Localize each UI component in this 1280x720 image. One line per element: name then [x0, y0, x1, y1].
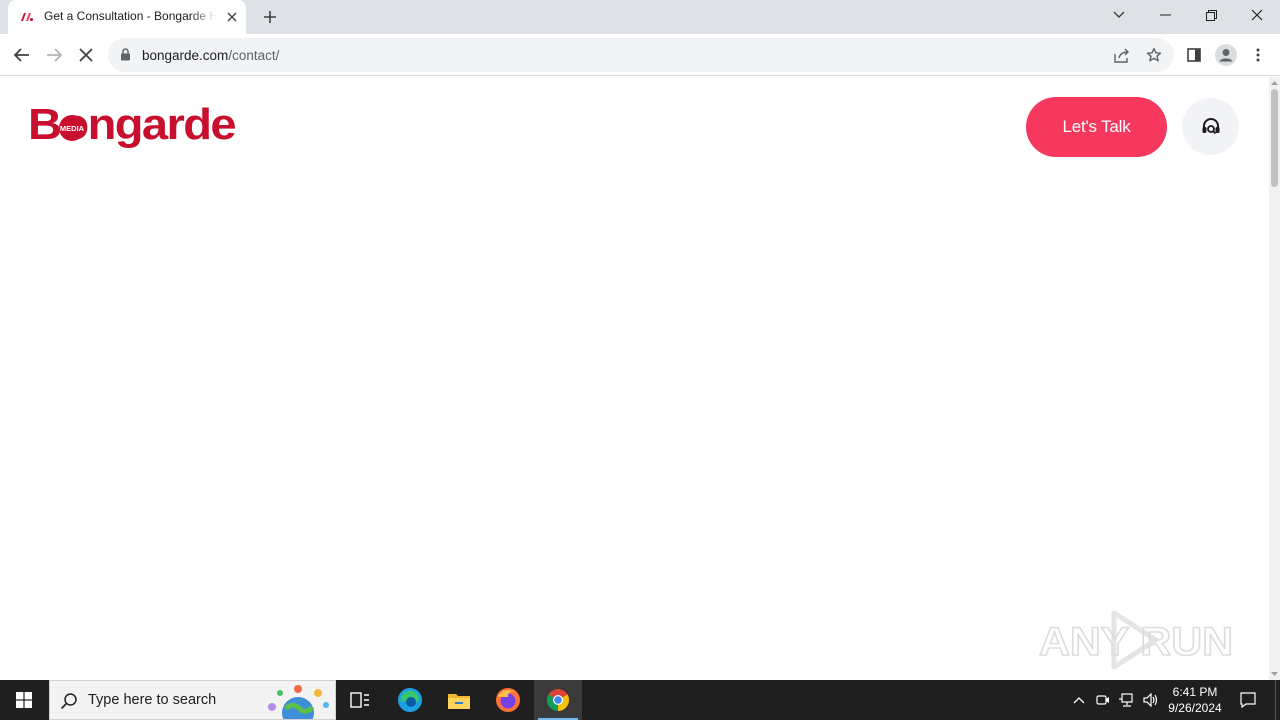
bongarde-logo[interactable]: Bongarde MEDIA: [28, 97, 238, 153]
clock-date: 9/26/2024: [1168, 701, 1222, 715]
bookmark-star-icon[interactable]: [1145, 46, 1163, 64]
lock-icon: [121, 48, 130, 61]
firefox-icon[interactable]: [484, 680, 532, 720]
scrollbar-thumb[interactable]: [1271, 89, 1278, 187]
file-explorer-icon[interactable]: [435, 680, 483, 720]
window-close-icon[interactable]: [1234, 0, 1280, 30]
edge-browser-icon[interactable]: [386, 680, 434, 720]
start-button[interactable]: [0, 680, 48, 720]
anyrun-watermark: ANY RUN: [1038, 610, 1234, 670]
search-placeholder: Type here to search: [88, 692, 217, 708]
new-tab-plus-icon[interactable]: [260, 7, 280, 27]
site-favicon-icon: [21, 13, 33, 21]
window-restore-icon[interactable]: [1188, 0, 1234, 30]
page-scrollbar[interactable]: [1269, 77, 1280, 680]
url-text: bongarde.com/contact/: [142, 48, 279, 63]
window-minimize-icon[interactable]: [1142, 0, 1188, 30]
page-viewport: Bongarde MEDIA Let's Talk ANY RUN: [0, 77, 1269, 680]
kebab-menu-icon[interactable]: [1245, 42, 1271, 68]
taskbar-clock[interactable]: 6:41 PM 9/26/2024: [1162, 684, 1228, 716]
url-host: bongarde.com: [142, 48, 229, 63]
show-desktop-button[interactable]: [1275, 680, 1280, 720]
windows-taskbar: Type here to search 6:41 PM 9/26/2024: [0, 680, 1280, 720]
show-hidden-icons-chevron-icon[interactable]: [1068, 680, 1090, 720]
meet-now-icon[interactable]: [1092, 680, 1114, 720]
browser-tab-strip: Get a Consultation - Bongarde H: [0, 0, 1280, 34]
search-highlight-globe-icon: [268, 685, 329, 719]
lets-talk-button[interactable]: Let's Talk: [1026, 97, 1167, 157]
taskbar-search-box[interactable]: Type here to search: [49, 680, 336, 720]
browser-toolbar: bongarde.com/contact/: [0, 34, 1280, 76]
windows-logo-icon: [16, 692, 32, 708]
watermark-text: ANY RUN: [1039, 620, 1233, 664]
browser-tab-active[interactable]: Get a Consultation - Bongarde H: [8, 0, 246, 34]
clock-time: 6:41 PM: [1172, 685, 1218, 699]
network-icon[interactable]: [1116, 680, 1138, 720]
logo-media-badge: MEDIA: [60, 124, 85, 133]
task-view-icon[interactable]: [336, 680, 384, 720]
search-icon: [60, 693, 77, 710]
support-button[interactable]: [1182, 98, 1239, 155]
chrome-icon[interactable]: [534, 680, 582, 720]
side-panel-icon[interactable]: [1181, 42, 1207, 68]
back-arrow-icon[interactable]: [9, 42, 35, 68]
scroll-down-arrow-icon[interactable]: [1271, 670, 1278, 678]
stop-loading-icon[interactable]: [73, 42, 99, 68]
tab-title: Get a Consultation - Bongarde H: [44, 9, 216, 23]
forward-arrow-icon[interactable]: [41, 42, 67, 68]
share-icon[interactable]: [1113, 46, 1131, 64]
notifications-icon[interactable]: [1236, 680, 1260, 720]
url-path: /contact/: [228, 48, 280, 63]
scroll-up-arrow-icon[interactable]: [1271, 79, 1278, 87]
volume-icon[interactable]: [1140, 680, 1162, 720]
headset-icon: [1202, 117, 1219, 134]
profile-avatar-icon[interactable]: [1213, 42, 1239, 68]
tab-search-chevron-icon[interactable]: [1096, 0, 1142, 30]
tab-close-icon[interactable]: [224, 9, 240, 25]
address-bar[interactable]: bongarde.com/contact/: [108, 38, 1174, 72]
